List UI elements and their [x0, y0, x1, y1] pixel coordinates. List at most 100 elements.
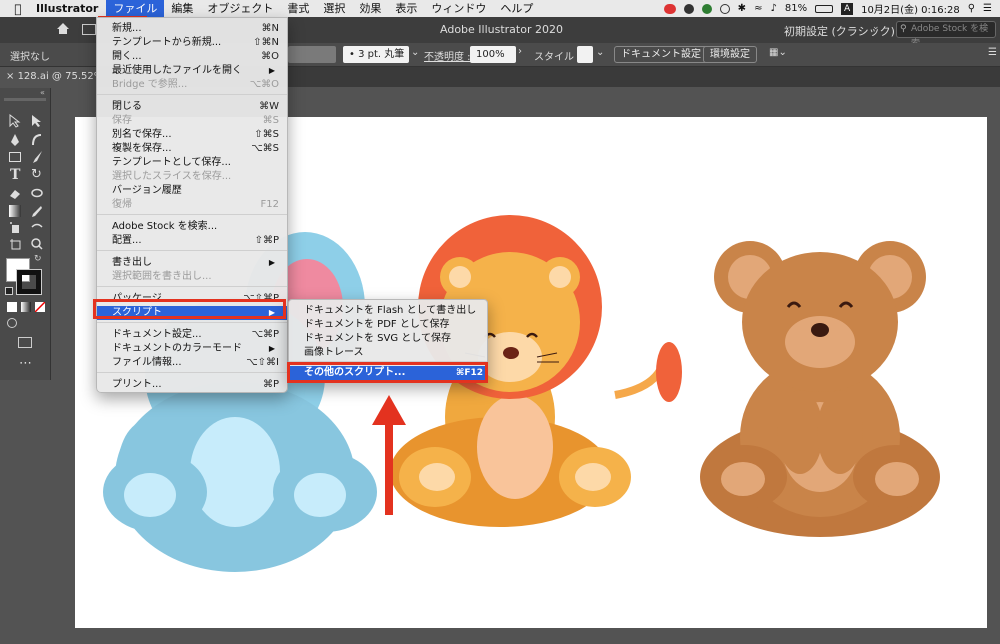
menu-item-print[interactable]: プリント... ⌘P: [97, 378, 287, 392]
menu-item-save-as[interactable]: 別名で保存... ⇧⌘S: [97, 128, 287, 142]
rotate-tool-icon[interactable]: ↻: [31, 167, 42, 182]
none-mode-icon[interactable]: [35, 302, 45, 312]
style-dropdown-icon[interactable]: ⌄: [596, 47, 604, 58]
clock-icon[interactable]: [719, 3, 730, 14]
menu-item-label: テンプレートから新規...: [112, 37, 222, 48]
default-colors-icon[interactable]: [5, 287, 13, 295]
menu-item-search-adobe-stock[interactable]: Adobe Stock を検索...: [97, 220, 287, 234]
pen-tool-icon[interactable]: [9, 133, 21, 147]
menu-type[interactable]: 書式: [280, 0, 316, 17]
stock-search-input[interactable]: ⚲ Adobe Stock を検索: [896, 21, 996, 49]
swap-colors-icon[interactable]: ↻: [34, 254, 42, 264]
selection-tool-icon[interactable]: [9, 114, 21, 128]
input-source-indicator[interactable]: A: [841, 2, 854, 15]
menu-item-close[interactable]: 閉じる ⌘W: [97, 100, 287, 114]
submenu-item-save-as-pdf[interactable]: ドキュメントを PDF として保存: [289, 318, 487, 332]
menu-effect[interactable]: 効果: [352, 0, 388, 17]
menu-item-label: ドキュメントのカラーモード: [112, 343, 242, 354]
selection-status: 選択なし: [10, 52, 50, 63]
arrange-icon[interactable]: ▦⌄: [769, 47, 787, 58]
opacity-chevron-icon[interactable]: ›: [518, 46, 522, 57]
eyedropper-tool-icon[interactable]: [31, 205, 43, 218]
rectangle-tool-icon[interactable]: [9, 152, 21, 162]
document-settings-button[interactable]: ドキュメント設定: [614, 46, 708, 63]
paintbrush-tool-icon[interactable]: [31, 150, 43, 164]
screen-mode-icon[interactable]: [18, 337, 32, 348]
menu-separator: [97, 372, 287, 373]
gradient-mode-icon[interactable]: [21, 302, 31, 312]
menu-item-export[interactable]: 書き出し ▶: [97, 256, 287, 270]
menu-item-open[interactable]: 開く... ⌘O: [97, 50, 287, 64]
spotlight-icon[interactable]: ⚲: [968, 3, 975, 14]
eraser-tool-icon[interactable]: [9, 188, 21, 200]
menu-item-document-setup[interactable]: ドキュメント設定... ⌥⌘P: [97, 328, 287, 342]
gradient-tool-icon[interactable]: [9, 205, 21, 217]
submenu-item-save-as-svg[interactable]: ドキュメントを SVG として保存: [289, 332, 487, 346]
control-center-icon[interactable]: ☰: [983, 3, 992, 14]
opacity-field[interactable]: 100%: [470, 46, 516, 63]
stroke-color-field[interactable]: [288, 46, 336, 63]
preferences-button[interactable]: 環境設定: [703, 46, 757, 63]
menu-file[interactable]: ファイル: [106, 0, 165, 17]
brush-profile-field[interactable]: • 3 pt. 丸筆: [343, 46, 409, 63]
submenu-item-other-scripts[interactable]: その他のスクリプト... ⌘F12: [289, 366, 487, 380]
home-icon[interactable]: [56, 22, 70, 38]
tools-panel-grip[interactable]: [4, 98, 46, 101]
submenu-arrow-icon: ▶: [268, 258, 275, 267]
menu-view[interactable]: 表示: [388, 0, 424, 17]
menu-object[interactable]: オブジェクト: [200, 0, 280, 17]
menu-item-shortcut: ⌘P: [262, 379, 279, 390]
wifi-icon[interactable]: ≈: [754, 3, 762, 14]
menu-item-scripts[interactable]: スクリプト ▶: [97, 306, 287, 320]
menu-edit[interactable]: 編集: [164, 0, 200, 17]
direct-selection-tool-icon[interactable]: [31, 114, 43, 128]
submenu-item-export-as-flash[interactable]: ドキュメントを Flash として書き出し: [289, 304, 487, 318]
color-mode-icon[interactable]: [7, 302, 17, 312]
menu-item-shortcut: ⌥⌘S: [251, 143, 279, 154]
submenu-item-image-trace[interactable]: 画像トレース: [289, 346, 487, 360]
zoom-tool-icon[interactable]: [31, 238, 43, 250]
battery-icon[interactable]: [815, 4, 834, 13]
bluetooth-icon[interactable]: ✱: [738, 3, 746, 14]
app-menu[interactable]: Illustrator: [36, 2, 106, 15]
leaf-icon[interactable]: [701, 3, 712, 14]
menu-item-file-info[interactable]: ファイル情報... ⌥⇧⌘I: [97, 356, 287, 370]
symbol-sprayer-tool-icon[interactable]: [9, 221, 21, 234]
submenu-arrow-icon: ▶: [268, 308, 275, 317]
artboard-tool-icon[interactable]: [9, 238, 21, 250]
record-icon[interactable]: [663, 3, 676, 14]
collapse-panel-icon[interactable]: «: [40, 88, 45, 97]
apple-menu-icon[interactable]: : [0, 2, 36, 16]
menu-item-version-history[interactable]: バージョン履歴: [97, 184, 287, 198]
menu-item-package[interactable]: パッケージ... ⌥⇧⌘P: [97, 292, 287, 306]
style-swatch[interactable]: [577, 46, 593, 63]
type-tool-icon[interactable]: T: [10, 167, 20, 183]
stroke-color-swatch[interactable]: [16, 269, 42, 295]
clock-datetime[interactable]: 10月2日(金) 0:16:28: [861, 1, 960, 16]
more-tools-icon[interactable]: ⋯: [19, 356, 32, 371]
tab-close-icon[interactable]: ×: [6, 71, 18, 82]
menu-item-new-from-template[interactable]: テンプレートから新規... ⇧⌘N: [97, 36, 287, 50]
menu-item-document-color-mode[interactable]: ドキュメントのカラーモード ▶: [97, 342, 287, 356]
menu-item-new[interactable]: 新規... ⌘N: [97, 22, 287, 36]
menu-item-save-copy[interactable]: 複製を保存... ⌥⌘S: [97, 142, 287, 156]
menu-help[interactable]: ヘルプ: [493, 0, 540, 17]
menu-window[interactable]: ウィンドウ: [424, 0, 493, 17]
document-tab[interactable]: × 128.ai @ 75.52% (R: [0, 67, 98, 87]
sync-icon[interactable]: [683, 3, 694, 14]
lasso-tool-icon[interactable]: [31, 188, 43, 200]
draw-normal-icon[interactable]: [7, 318, 17, 328]
menu-item-save-as-template[interactable]: テンプレートとして保存...: [97, 156, 287, 170]
panel-menu-icon[interactable]: ☰: [988, 47, 997, 58]
battery-percent[interactable]: 81%: [785, 3, 807, 14]
volume-icon[interactable]: ♪: [770, 3, 776, 14]
menu-item-place[interactable]: 配置... ⇧⌘P: [97, 234, 287, 248]
menu-select[interactable]: 選択: [316, 0, 352, 17]
tools-panel: « T ↻ ↻ ⋯: [0, 88, 51, 380]
warp-tool-icon[interactable]: [31, 221, 43, 234]
curvature-tool-icon[interactable]: [31, 133, 43, 147]
workspace-switcher-icon[interactable]: [82, 24, 96, 35]
menu-item-open-recent[interactable]: 最近使用したファイルを開く ▶: [97, 64, 287, 78]
brush-dropdown-icon[interactable]: ⌄: [411, 47, 419, 58]
workspace-chevron-icon[interactable]: ⌄: [872, 22, 880, 32]
